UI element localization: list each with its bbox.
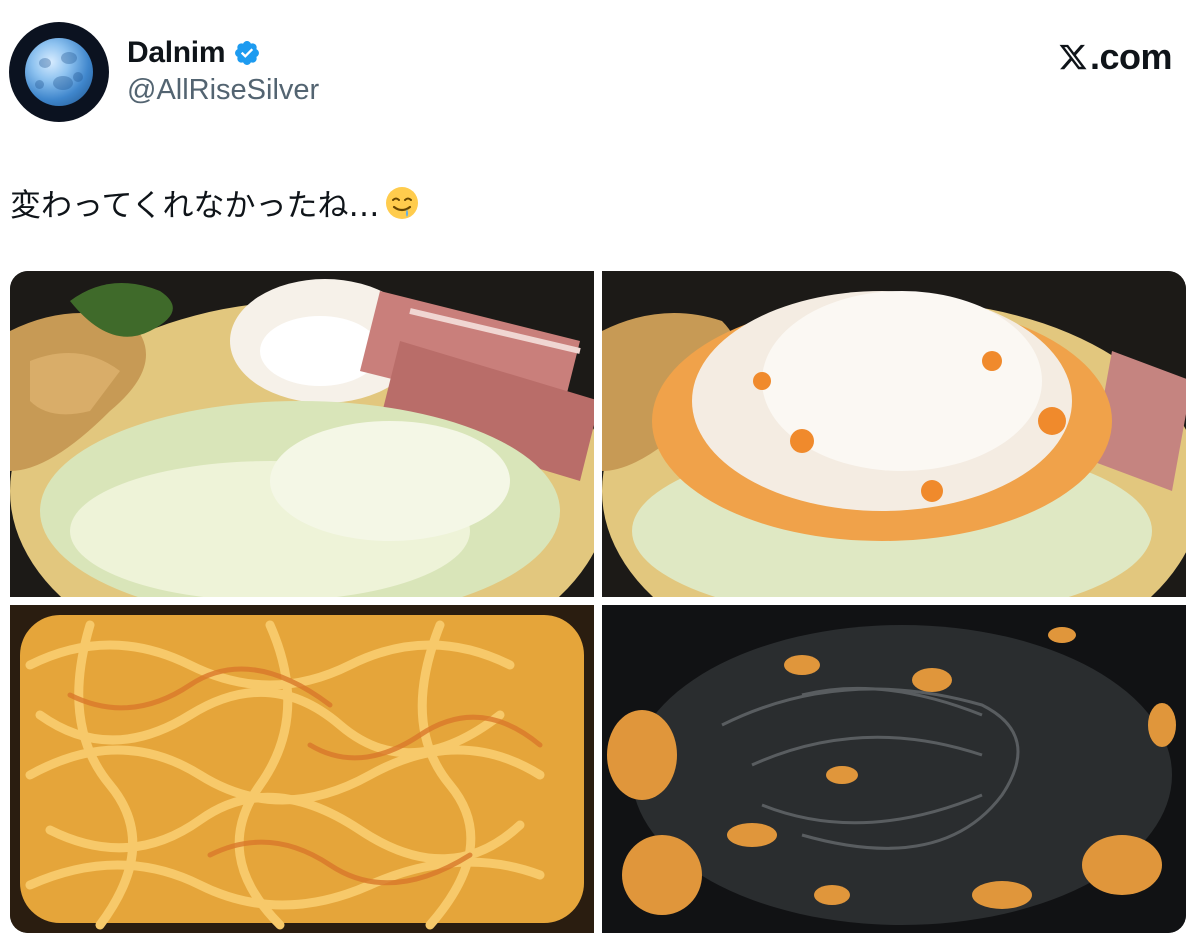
display-name[interactable]: Dalnim bbox=[127, 36, 226, 70]
tweet-text: 変わってくれなかったね… bbox=[10, 180, 420, 225]
moon-avatar-icon bbox=[25, 38, 93, 106]
media-photo-1[interactable] bbox=[10, 271, 594, 597]
drooling-face-emoji-icon bbox=[385, 186, 418, 219]
x-logo-icon bbox=[1059, 44, 1087, 70]
media-photo-4[interactable] bbox=[602, 605, 1186, 933]
x-com-label: .com bbox=[1089, 36, 1173, 77]
tweet-header: Dalnim @AllRiseSilver .com bbox=[0, 0, 1200, 130]
grated-radish-topping-photo bbox=[602, 271, 1186, 597]
author-handle[interactable]: @AllRiseSilver bbox=[127, 74, 319, 107]
x-com-logo[interactable]: .com bbox=[1058, 36, 1173, 78]
empty-bowl-photo bbox=[602, 605, 1186, 933]
mixed-noodles-photo bbox=[10, 605, 594, 933]
verified-badge-icon bbox=[235, 41, 260, 65]
media-photo-3[interactable] bbox=[10, 605, 594, 933]
avatar[interactable] bbox=[9, 22, 109, 122]
tweet-body: 変わってくれなかったね… bbox=[10, 188, 380, 224]
media-grid bbox=[10, 271, 1186, 933]
author-name-row: Dalnim bbox=[127, 33, 261, 73]
media-photo-2[interactable] bbox=[602, 271, 1186, 597]
ramen-toppings-photo bbox=[10, 271, 594, 597]
